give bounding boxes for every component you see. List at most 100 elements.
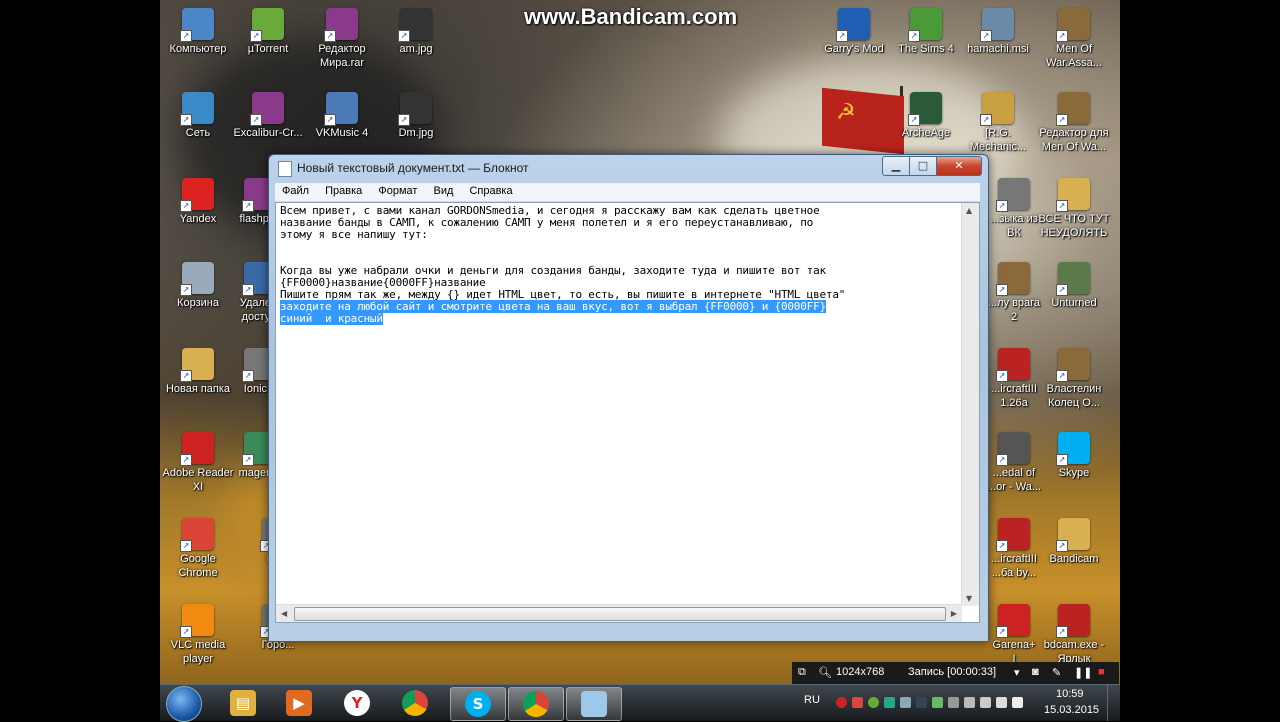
desktop-icon[interactable]: ↗ Men Of War.Assa... (1036, 8, 1112, 70)
horizontal-scroll-thumb[interactable] (294, 607, 946, 621)
tray-app-icon[interactable] (868, 697, 879, 708)
clock-date[interactable]: 15.03.2015 (1044, 704, 1099, 716)
taskbar-explorer[interactable]: ▤ (216, 687, 270, 719)
tray-app-icon[interactable] (932, 697, 943, 708)
chrome-icon (402, 690, 428, 716)
desktop-icon[interactable]: ↗ µTorrent (230, 8, 306, 56)
desktop-icon[interactable]: ↗ Властелин Колец О... (1036, 348, 1112, 410)
minimize-button[interactable]: ▁ (882, 156, 910, 176)
steam-icon[interactable] (916, 697, 927, 708)
notepad-window[interactable]: Новый текстовый документ.txt — Блокнот ▁… (268, 154, 989, 642)
horizontal-scrollbar[interactable]: ◀ ▶ (276, 604, 962, 622)
scroll-up-arrow-icon[interactable]: ▲ (966, 206, 972, 215)
start-button[interactable] (166, 686, 202, 722)
desktop-icon[interactable]: ↗ VKMusic 4 (304, 92, 380, 140)
menu-format[interactable]: Формат (371, 183, 423, 197)
shortcut-arrow-icon: ↗ (996, 284, 1008, 296)
menu-edit[interactable]: Правка (318, 183, 368, 197)
shortcut-arrow-icon: ↗ (250, 30, 262, 42)
taskbar-notepad[interactable] (566, 687, 622, 721)
taskbar-chrome[interactable] (388, 687, 442, 719)
window-mode-icon[interactable]: ⧉ (798, 666, 806, 679)
tray-app-icon[interactable] (852, 697, 863, 708)
desktop-icon[interactable]: ↗ Bandicam (1036, 518, 1112, 566)
desktop-icon[interactable]: ↗ Excalibur-Cr... (230, 92, 306, 140)
tray-app-icon[interactable] (884, 697, 895, 708)
desktop-icon[interactable]: ↗ ВСЕ ЧТО ТУТ НЕУДОЛЯТЬ (1036, 178, 1112, 240)
text-editor-area[interactable]: Всем привет, с вами канал GORDONSmedia, … (275, 202, 980, 623)
desktop-icon[interactable]: ↗ Garry's Mod (816, 8, 892, 56)
desktop-icon-label: Garry's Mod (824, 43, 884, 55)
tray-app-icon[interactable] (900, 697, 911, 708)
maximize-button[interactable]: □ (909, 156, 937, 176)
recording-status: Запись [00:00:33] (908, 666, 997, 678)
desktop-icon[interactable]: ↗ Unturned (1036, 262, 1112, 310)
close-button[interactable]: ✕ (936, 156, 982, 176)
tray-app-icon[interactable] (964, 697, 975, 708)
show-desktop-button[interactable] (1107, 685, 1120, 721)
desktop-icon[interactable]: ↗ Google Chrome (160, 518, 236, 580)
shortcut-arrow-icon: ↗ (398, 30, 410, 42)
desktop-icon[interactable]: ↗ Сеть (160, 92, 236, 140)
line-text: этому я все напишу тут: (280, 228, 428, 241)
window-title: Новый текстовый документ.txt — Блокнот (297, 161, 529, 175)
chrome-icon: ↗ (180, 518, 214, 552)
clock-time[interactable]: 10:59 (1056, 688, 1084, 700)
desktop-icon[interactable]: ↗ ArcheAge (888, 92, 964, 140)
bandicam-icon: ↗ (1056, 604, 1090, 638)
taskbar-media-player[interactable]: ▶ (272, 687, 326, 719)
camera-icon[interactable]: ◙ (1032, 666, 1039, 678)
desktop-icon[interactable]: ↗ am.jpg (378, 8, 454, 56)
vertical-scrollbar[interactable]: ▲ ▼ (961, 203, 979, 606)
winrar-archive-icon: ↗ (324, 8, 358, 42)
desktop-icon[interactable]: ↗ Компьютер (160, 8, 236, 56)
game-icon: ↗ (1056, 348, 1090, 382)
desktop-icon-label: Excalibur-Cr... (233, 127, 303, 139)
desktop-icon[interactable]: ↗ VLC media player (160, 604, 236, 666)
desktop-icon[interactable]: ↗ bdcam.exe - Ярлык (1036, 604, 1112, 666)
taskbar-yandex-browser[interactable]: Y (330, 687, 384, 719)
pause-icon[interactable]: ❚❚ (1074, 666, 1092, 679)
desktop-icon[interactable]: ↗ [R.G. Mechanic... (960, 92, 1036, 154)
scroll-down-arrow-icon[interactable]: ▼ (966, 594, 972, 603)
action-center-icon[interactable] (980, 697, 991, 708)
warcraft-icon: ↗ (996, 348, 1030, 382)
document-text[interactable]: Всем привет, с вами канал GORDONSmedia, … (280, 205, 960, 605)
desktop-icon[interactable]: ↗ hamachi.msi (960, 8, 1036, 56)
network-tray-icon[interactable] (996, 697, 1007, 708)
desktop-icon-label: VKMusic 4 (315, 127, 369, 139)
desktop-icon-label: Bandicam (1049, 553, 1099, 565)
shortcut-arrow-icon: ↗ (398, 114, 410, 126)
stop-icon[interactable]: ■ (1098, 666, 1105, 678)
record-icon[interactable] (836, 697, 847, 708)
shortcut-arrow-icon: ↗ (1056, 284, 1068, 296)
desktop-icon[interactable]: ↗ Редактор Мира.rar (304, 8, 380, 70)
desktop-icon[interactable]: ↗ The Sims 4 (888, 8, 964, 56)
dropdown-chevron-icon[interactable]: ▾ (1014, 666, 1020, 679)
folder-icon: ↗ (1056, 178, 1090, 212)
image-file-icon: ↗ (398, 8, 432, 42)
scroll-left-arrow-icon[interactable]: ◀ (281, 609, 287, 618)
desktop-icon[interactable]: ↗ Skype (1036, 432, 1112, 480)
language-indicator[interactable]: RU (804, 694, 820, 706)
yandex-browser-icon: Y (344, 690, 370, 716)
taskbar-skype[interactable]: S (450, 687, 506, 721)
window-titlebar[interactable]: Новый текстовый документ.txt — Блокнот ▁… (269, 155, 988, 181)
desktop-icon[interactable]: ↗ Редактор для Men Of Wa... (1036, 92, 1112, 154)
menu-view[interactable]: Вид (426, 183, 459, 197)
game-icon: ↗ (996, 262, 1030, 296)
pencil-icon[interactable]: ✎ (1052, 666, 1061, 679)
desktop-icon-label: hamachi.msi (967, 43, 1029, 55)
scroll-right-arrow-icon[interactable]: ▶ (951, 609, 957, 618)
desktop-icon[interactable]: ↗ Dm.jpg (378, 92, 454, 140)
taskbar-chrome-window[interactable] (508, 687, 564, 721)
tray-app-icon[interactable] (948, 697, 959, 708)
zoom-icon[interactable]: 🔍︎ (818, 666, 832, 679)
menu-file[interactable]: Файл (275, 183, 315, 197)
menu-help[interactable]: Справка (462, 183, 518, 197)
desktop-icon-label: Unturned (1051, 297, 1097, 309)
desktop-icon-label: Google Chrome (178, 553, 218, 579)
shortcut-arrow-icon: ↗ (324, 114, 336, 126)
bandicam-toolbar: ⧉ 🔍︎ 1024x768 Запись [00:00:33] ▾ ◙ ✎ ❚❚… (792, 662, 1119, 684)
volume-icon[interactable] (1012, 697, 1023, 708)
